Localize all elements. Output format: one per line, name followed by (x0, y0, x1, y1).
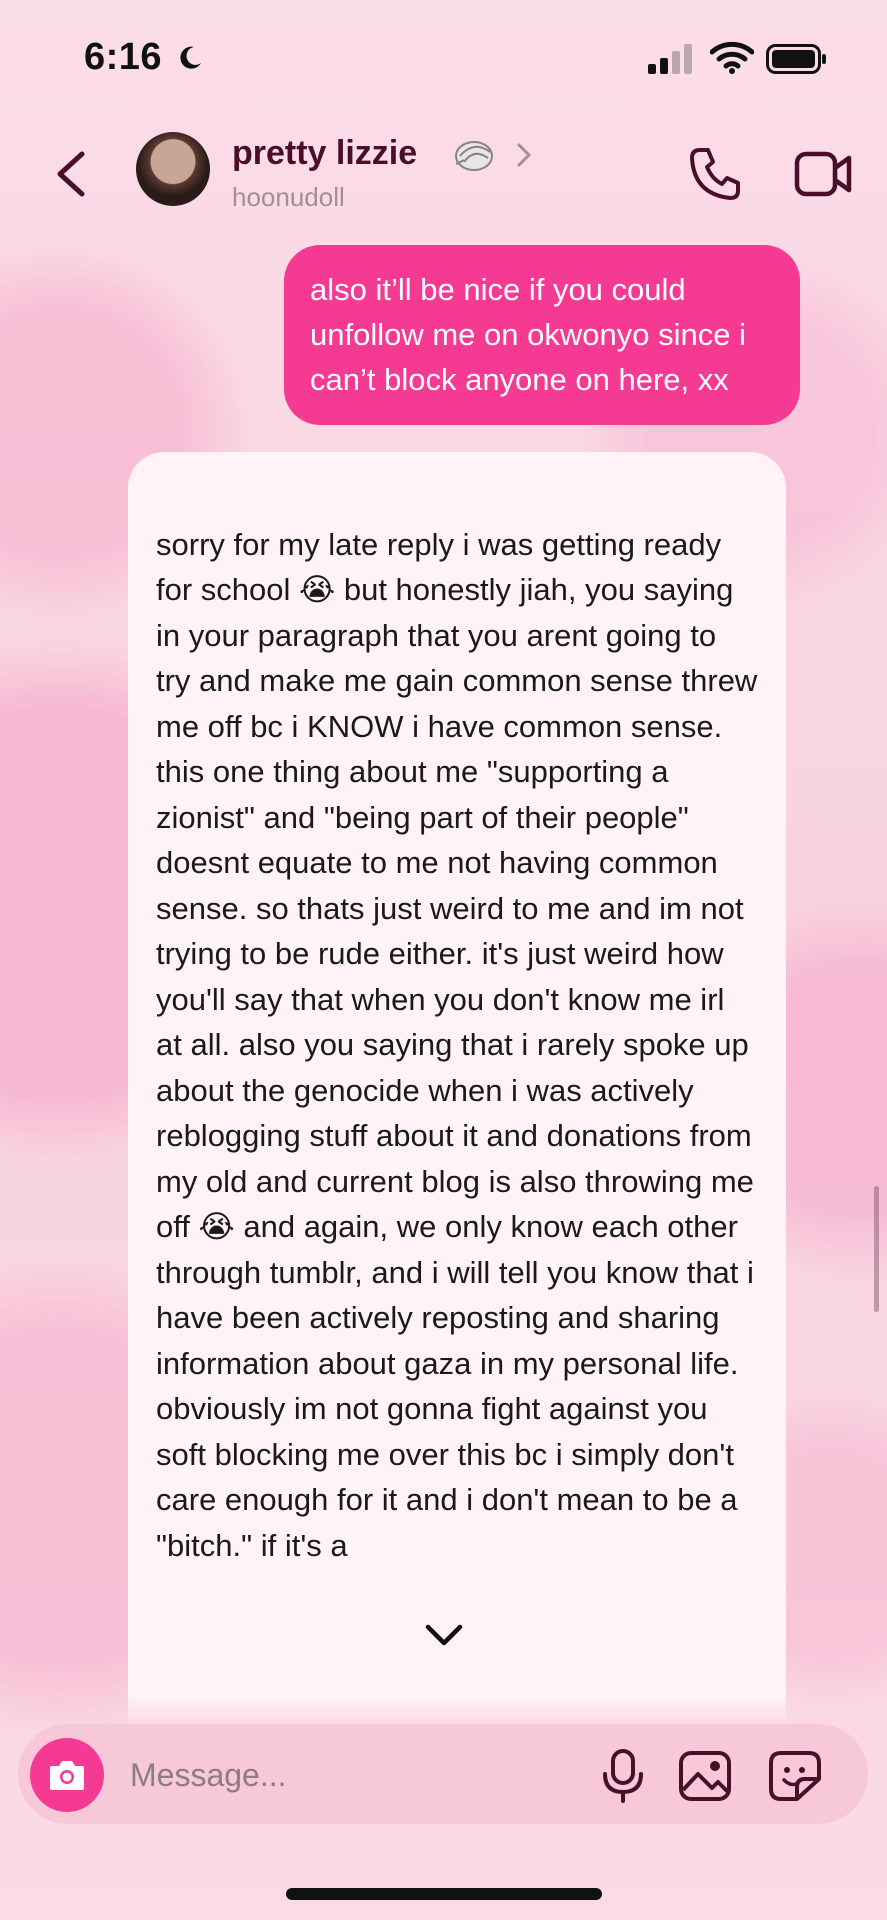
camera-button[interactable] (30, 1738, 104, 1812)
chevron-right-icon[interactable] (514, 140, 534, 170)
message-input[interactable] (128, 1746, 482, 1804)
status-bar: 6:16 (0, 0, 887, 110)
received-message-bubble[interactable]: sorry for my late reply i was getting re… (128, 452, 786, 1724)
contact-username: hoonudoll (232, 182, 345, 212)
sent-message-text: also it’ll be nice if you could unfollow… (310, 272, 746, 397)
moon-icon (180, 46, 201, 69)
video-camera-icon[interactable] (794, 148, 852, 200)
contact-name[interactable]: pretty lizzie (232, 134, 417, 173)
home-indicator[interactable] (286, 1888, 602, 1900)
microphone-icon[interactable] (598, 1748, 648, 1804)
sticker-icon[interactable] (768, 1750, 822, 1802)
avatar[interactable] (136, 132, 210, 206)
image-icon[interactable] (678, 1750, 732, 1802)
received-message-text: sorry for my late reply i was getting re… (156, 526, 758, 1563)
chevron-down-icon (425, 1624, 463, 1646)
scroll-to-bottom-button[interactable] (406, 1597, 482, 1673)
shell-icon (455, 141, 493, 171)
scrollbar[interactable] (874, 1186, 879, 1312)
wifi-icon (710, 41, 754, 74)
sent-message-bubble[interactable]: also it’ll be nice if you could unfollow… (284, 245, 800, 425)
cellular-signal-icon (648, 44, 692, 74)
message-composer (18, 1724, 868, 1824)
status-time: 6:16 (84, 36, 163, 78)
camera-icon (50, 1761, 84, 1790)
chat-header: pretty lizzie hoonudoll (0, 110, 887, 230)
battery-icon (766, 44, 826, 74)
chevron-left-icon[interactable] (44, 142, 100, 206)
phone-icon[interactable] (686, 144, 742, 204)
